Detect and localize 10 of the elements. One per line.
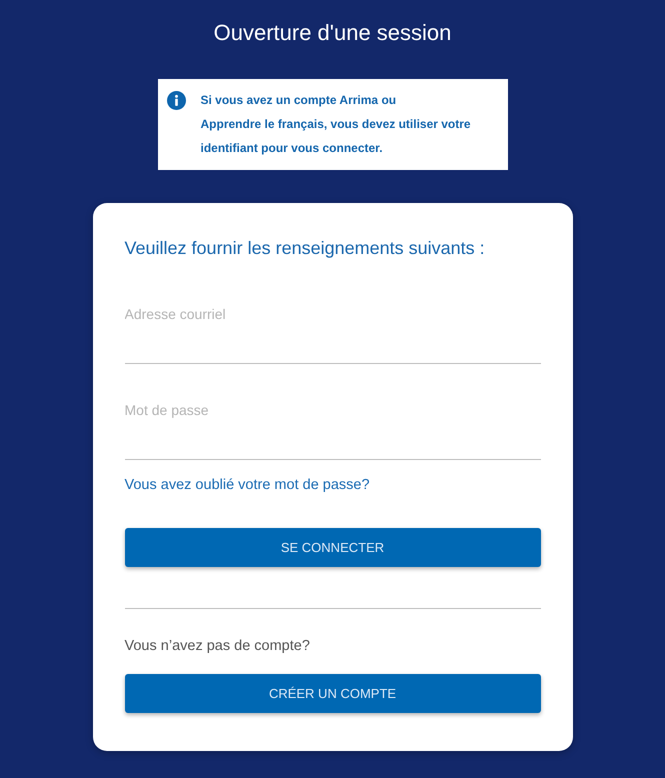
create-account-button[interactable]: CRÉER UN COMPTE <box>124 674 540 713</box>
page-title: Ouverture d'une session <box>214 19 452 47</box>
input-field[interactable]: Adresse courriel <box>124 304 540 364</box>
input-field[interactable]: Mot de passe <box>124 400 540 460</box>
login-button[interactable]: SE CONNECTER <box>124 528 540 567</box>
form-heading: Veuillez fournir les renseignements suivants : <box>124 237 486 260</box>
forgot-password-link[interactable]: Vous avez oublié votre mot de passe? <box>124 474 370 496</box>
info-icon <box>166 91 186 110</box>
signup-prompt: Vous n’avez pas de compte? <box>124 637 311 656</box>
notice-text: Si vous avez un compte Arrima ou Apprendre le français, vous devez utiliser votre identifiant pour vous connecter. <box>200 92 472 157</box>
